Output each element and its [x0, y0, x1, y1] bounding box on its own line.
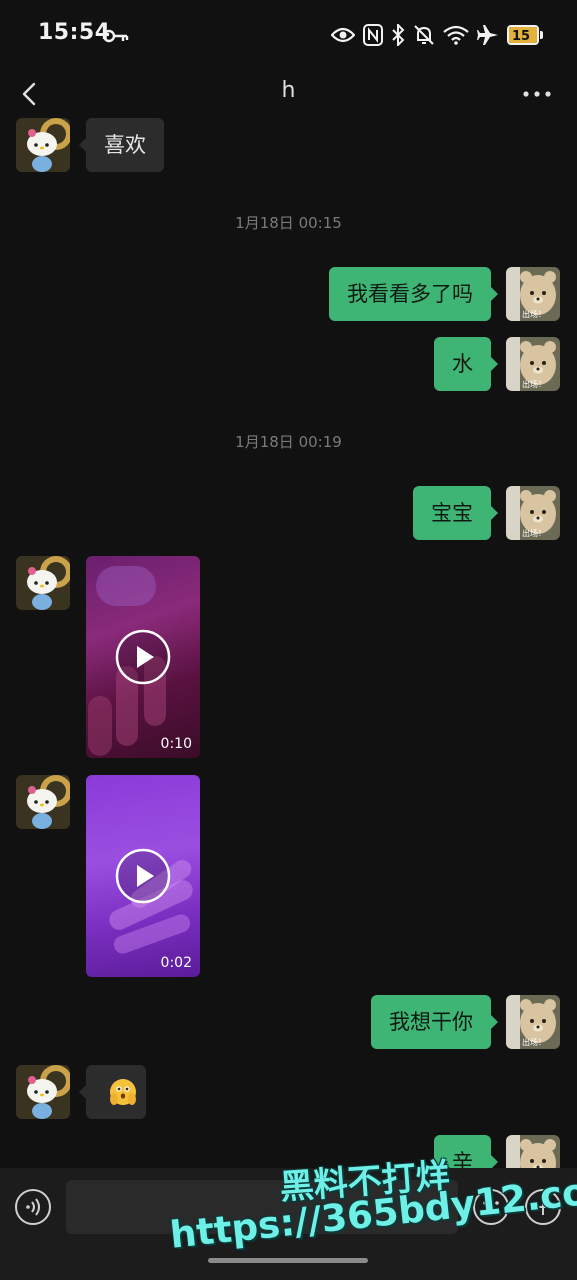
contact-avatar[interactable]: [16, 556, 70, 610]
svg-text:出场！: 出场！: [522, 379, 546, 389]
eye-icon: [331, 27, 355, 43]
my-avatar[interactable]: 出场！: [506, 486, 560, 540]
svg-text:出场！: 出场！: [522, 309, 546, 319]
message-bubble-incoming[interactable]: 喜欢: [79, 118, 164, 172]
message-bubble-outgoing[interactable]: 我看看多了吗: [329, 267, 498, 321]
message-bubble-outgoing[interactable]: 水: [434, 337, 498, 391]
peeking-face-emoji-icon: [110, 1079, 136, 1105]
contact-avatar[interactable]: [16, 775, 70, 829]
message-bubble-outgoing[interactable]: 宝宝: [413, 486, 498, 540]
svg-text:出场！: 出场！: [522, 528, 546, 538]
my-avatar[interactable]: 出场！: [506, 337, 560, 391]
message-bubble-outgoing[interactable]: 我想干你: [371, 995, 498, 1049]
battery-icon: 15: [507, 25, 543, 45]
video-message[interactable]: 0:02: [86, 775, 200, 977]
home-indicator[interactable]: [208, 1258, 368, 1263]
status-time: 15:54: [38, 20, 111, 45]
video-message[interactable]: 0:10: [86, 556, 200, 758]
more-options-button[interactable]: [521, 80, 553, 108]
status-icons: 15: [331, 20, 543, 50]
key-icon: [103, 29, 129, 43]
video-duration: 0:02: [160, 955, 192, 971]
chat-title: h: [281, 78, 296, 103]
contact-avatar[interactable]: [16, 118, 70, 172]
message-timestamp: 1月18日 00:15: [235, 214, 342, 232]
airplane-icon: [477, 25, 498, 45]
chat-messages: 喜欢 1月18日 00:15 我看看多了吗 出场！ 水 出场！ 1月18日 00…: [0, 118, 577, 1168]
play-icon[interactable]: [115, 629, 171, 685]
nfc-icon: [363, 24, 383, 46]
play-icon[interactable]: [115, 848, 171, 904]
message-timestamp: 1月18日 00:19: [235, 433, 342, 451]
my-avatar[interactable]: 出场！: [506, 267, 560, 321]
video-duration: 0:10: [160, 736, 192, 752]
mute-bell-icon: [414, 25, 434, 45]
battery-level: 15: [511, 29, 531, 44]
bluetooth-icon: [392, 24, 405, 46]
status-bar: 15:54 15: [0, 0, 577, 70]
svg-text:出场！: 出场！: [522, 1037, 546, 1047]
nav-bar: h: [0, 70, 577, 118]
contact-avatar[interactable]: [16, 1065, 70, 1119]
message-bubble-incoming[interactable]: [79, 1065, 146, 1119]
voice-input-button[interactable]: [14, 1188, 52, 1226]
my-avatar[interactable]: 出场！: [506, 995, 560, 1049]
my-avatar[interactable]: [506, 1135, 560, 1168]
wifi-icon: [443, 25, 469, 45]
